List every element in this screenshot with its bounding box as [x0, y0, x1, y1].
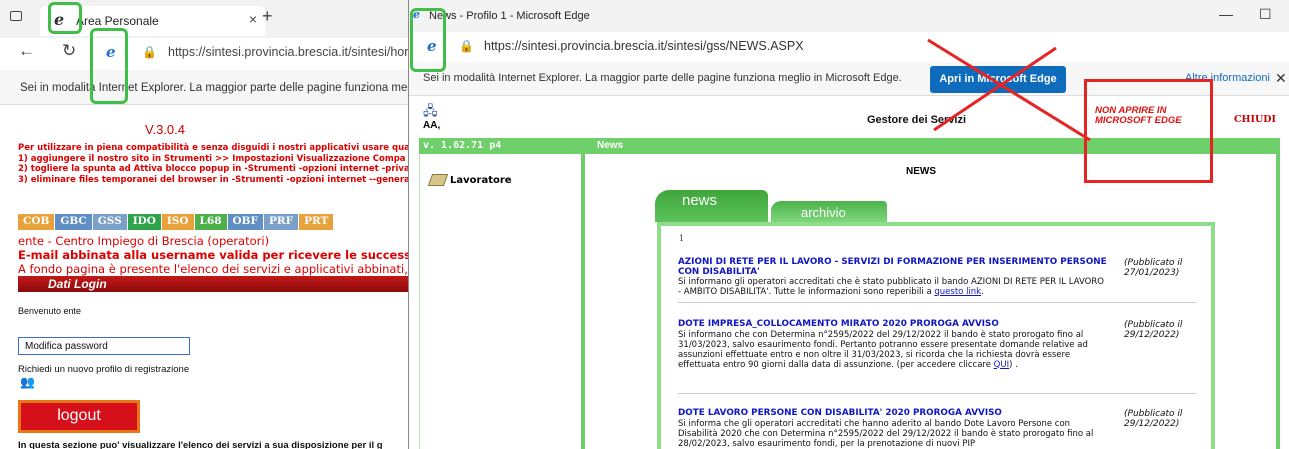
cross-annotation: [927, 38, 1091, 142]
cross-line: [933, 46, 1057, 132]
cross-line: [927, 38, 1091, 142]
